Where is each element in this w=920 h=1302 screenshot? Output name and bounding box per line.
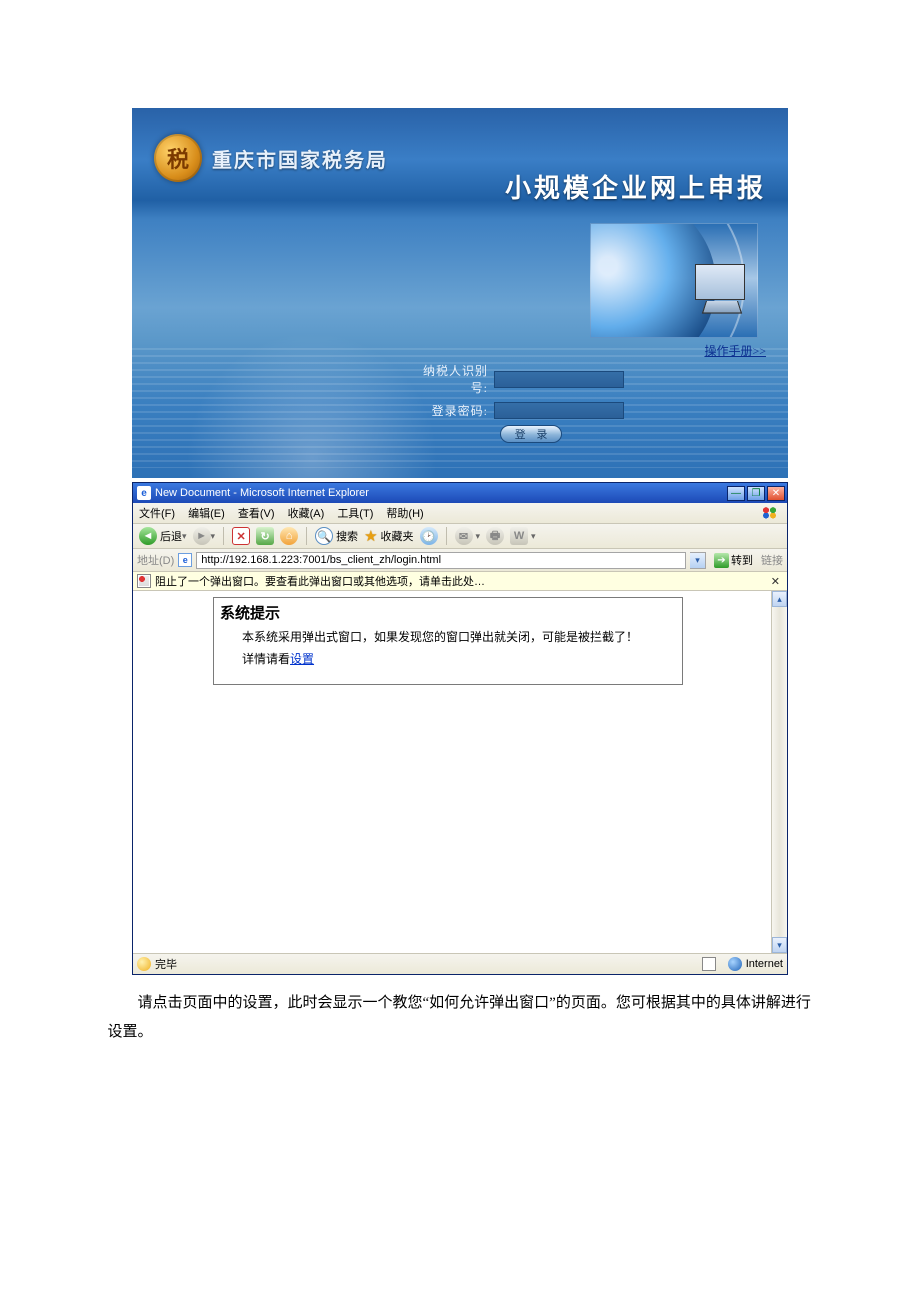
go-label: 转到 — [731, 552, 753, 568]
history-icon[interactable]: 🕑 — [420, 527, 438, 545]
settings-link[interactable]: 设置 — [290, 652, 314, 666]
status-popup-icon — [702, 957, 716, 971]
address-dropdown[interactable]: ▾ — [690, 552, 706, 569]
instruction-paragraph: 请点击页面中的设置，此时会显示一个教您“如何允许弹出窗口”的页面。您可根据其中的… — [108, 989, 813, 1048]
back-button[interactable]: ◄ 后退 ▾ — [139, 527, 187, 545]
login-form: 纳税人识别号: 登录密码: 登 录 — [412, 362, 624, 443]
star-icon: ★ — [364, 527, 377, 545]
system-tip-box: 系统提示 本系统采用弹出式窗口，如果发现您的窗口弹出就关闭，可能是被拦截了！ 详… — [213, 597, 683, 685]
search-icon: 🔍 — [315, 527, 333, 545]
internet-zone-text: Internet — [746, 958, 783, 970]
system-title: 小规模企业网上申报 — [505, 168, 766, 205]
ie-logo-icon: e — [137, 486, 151, 500]
maximize-button[interactable]: ❐ — [747, 486, 765, 501]
close-button[interactable]: ✕ — [767, 486, 785, 501]
org-header: 税 重庆市国家税务局 — [154, 134, 388, 182]
taxpayer-id-input[interactable] — [494, 371, 624, 388]
popup-bar-close[interactable]: ✕ — [768, 575, 783, 588]
internet-zone-icon — [728, 957, 742, 971]
address-input[interactable]: http://192.168.1.223:7001/bs_client_zh/l… — [196, 552, 686, 569]
tax-login-banner: 税 重庆市国家税务局 小规模企业网上申报 操作手册>> 纳税人识别号: 登录密码… — [132, 108, 788, 478]
edit-icon[interactable]: W — [510, 527, 528, 545]
window-title: New Document - Microsoft Internet Explor… — [155, 487, 369, 499]
tip-title: 系统提示 — [214, 598, 682, 625]
home-icon[interactable]: ⌂ — [280, 527, 298, 545]
ie-toolbar: ◄ 后退 ▾ ► ▾ ✕ ↻ ⌂ 🔍 搜索 ★ 收藏夹 🕑 ✉ ▾ — [133, 524, 787, 549]
login-button[interactable]: 登 录 — [500, 425, 562, 443]
scroll-up-icon[interactable]: ▴ — [772, 591, 787, 607]
go-button[interactable]: ➔ 转到 — [710, 551, 757, 569]
back-arrow-icon: ◄ — [139, 527, 157, 545]
scroll-down-icon[interactable]: ▾ — [772, 937, 787, 953]
refresh-icon[interactable]: ↻ — [256, 527, 274, 545]
org-name: 重庆市国家税务局 — [212, 144, 388, 173]
favorites-button[interactable]: ★ 收藏夹 — [364, 527, 413, 545]
hero-image — [590, 223, 758, 338]
vertical-scrollbar[interactable]: ▴ ▾ — [771, 591, 787, 953]
password-input[interactable] — [494, 402, 624, 419]
popup-blocked-icon — [137, 574, 151, 588]
forward-arrow-icon: ► — [193, 527, 211, 545]
ie-menubar: 文件(F) 编辑(E) 查看(V) 收藏(A) 工具(T) 帮助(H) — [133, 503, 787, 524]
links-label[interactable]: 链接 — [761, 552, 783, 568]
manual-link[interactable]: 操作手册>> — [704, 342, 766, 359]
toolbar-separator — [446, 527, 447, 545]
menu-fav[interactable]: 收藏(A) — [288, 508, 325, 520]
forward-chevron-icon: ▾ — [211, 531, 216, 542]
ie-titlebar: e New Document - Microsoft Internet Expl… — [133, 483, 787, 503]
search-label: 搜索 — [336, 528, 358, 544]
search-button[interactable]: 🔍 搜索 — [315, 527, 358, 545]
status-done-icon — [137, 957, 151, 971]
menu-file[interactable]: 文件(F) — [139, 508, 175, 520]
ie-statusbar: 完毕 Internet — [133, 954, 787, 974]
tip-line1: 本系统采用弹出式窗口，如果发现您的窗口弹出就关闭，可能是被拦截了！ — [242, 627, 676, 649]
favorites-label: 收藏夹 — [381, 528, 414, 544]
forward-button[interactable]: ► ▾ — [193, 527, 216, 545]
toolbar-separator — [223, 527, 224, 545]
back-label: 后退 — [160, 528, 182, 544]
minimize-button[interactable]: — — [727, 486, 745, 501]
address-label: 地址(D) — [137, 552, 174, 568]
menu-tools[interactable]: 工具(T) — [337, 508, 373, 520]
print-icon[interactable]: 🖶 — [486, 527, 504, 545]
stop-icon[interactable]: ✕ — [232, 527, 250, 545]
password-label: 登录密码: — [412, 402, 488, 419]
page-icon: e — [178, 553, 192, 567]
taxpayer-id-label: 纳税人识别号: — [412, 362, 488, 396]
back-chevron-icon: ▾ — [182, 531, 187, 542]
ie-addressbar: 地址(D) e http://192.168.1.223:7001/bs_cli… — [133, 549, 787, 572]
menu-edit[interactable]: 编辑(E) — [188, 508, 225, 520]
popup-blocked-bar[interactable]: 阻止了一个弹出窗口。要查看此弹出窗口或其他选项，请单击此处… ✕ — [133, 572, 787, 591]
status-done-text: 完毕 — [155, 956, 177, 972]
menu-view[interactable]: 查看(V) — [238, 508, 275, 520]
ie-window: e New Document - Microsoft Internet Expl… — [132, 482, 788, 975]
tip-line2-prefix: 详情请看 — [242, 652, 290, 666]
go-arrow-icon: ➔ — [714, 553, 729, 568]
menu-help[interactable]: 帮助(H) — [386, 508, 423, 520]
tax-emblem-icon: 税 — [154, 134, 202, 182]
windows-flag-icon — [761, 506, 781, 520]
ie-content: 系统提示 本系统采用弹出式窗口，如果发现您的窗口弹出就关闭，可能是被拦截了！ 详… — [133, 591, 787, 954]
toolbar-separator — [306, 527, 307, 545]
mail-icon[interactable]: ✉ — [455, 527, 473, 545]
popup-blocked-text: 阻止了一个弹出窗口。要查看此弹出窗口或其他选项，请单击此处… — [155, 573, 485, 589]
